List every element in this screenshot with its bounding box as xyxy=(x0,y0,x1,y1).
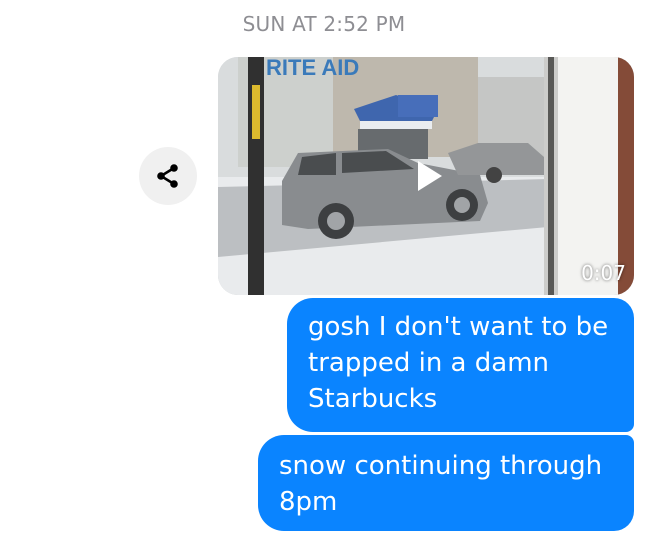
video-duration: 0:07 xyxy=(581,261,626,285)
message-bubble[interactable]: snow continuing through 8pm xyxy=(258,435,634,531)
message-timestamp: SUN AT 2:52 PM xyxy=(242,12,406,36)
video-attachment[interactable]: RITE AID 0:07 xyxy=(218,57,634,295)
play-icon[interactable] xyxy=(408,159,448,193)
share-button[interactable] xyxy=(139,147,197,205)
message-bubble[interactable]: gosh I don't want to be trapped in a dam… xyxy=(287,298,634,432)
share-icon xyxy=(157,164,178,188)
